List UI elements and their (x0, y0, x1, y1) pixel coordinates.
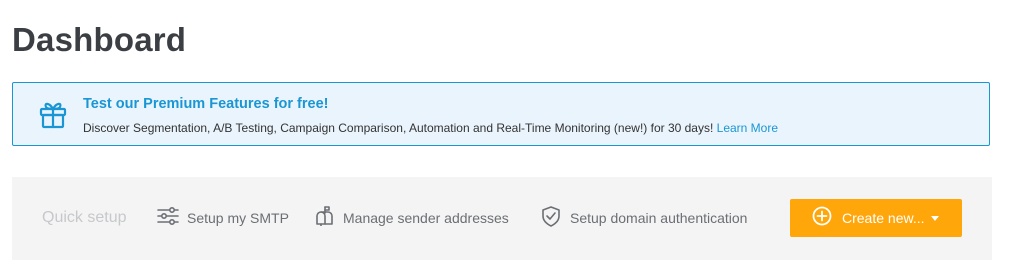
setup-smtp-link[interactable]: Setup my SMTP (157, 205, 289, 231)
sliders-icon (157, 206, 179, 230)
quick-setup-bar: Quick setup Setup my SMTP Manage sender … (12, 177, 992, 260)
plus-circle-icon (812, 206, 832, 231)
promo-title: Test our Premium Features for free! (83, 96, 329, 112)
mailbox-icon (313, 205, 335, 231)
setup-domain-authentication-label: Setup domain authentication (570, 210, 748, 226)
manage-sender-addresses-label: Manage sender addresses (343, 210, 509, 226)
promo-description-text: Discover Segmentation, A/B Testing, Camp… (83, 121, 714, 135)
promo-description: Discover Segmentation, A/B Testing, Camp… (83, 121, 778, 135)
setup-smtp-label: Setup my SMTP (187, 210, 289, 226)
gift-icon (37, 98, 69, 130)
learn-more-link[interactable]: Learn More (717, 121, 778, 135)
setup-domain-authentication-link[interactable]: Setup domain authentication (540, 205, 747, 231)
shield-check-icon (540, 205, 562, 232)
dashboard-page: Dashboard Test our Premium Features for … (0, 0, 1018, 280)
page-title: Dashboard (12, 21, 187, 58)
create-new-button[interactable]: Create new... (790, 199, 962, 237)
premium-promo-banner: Test our Premium Features for free! Disc… (12, 82, 990, 146)
create-new-label: Create new... (842, 210, 925, 226)
manage-sender-addresses-link[interactable]: Manage sender addresses (313, 205, 509, 231)
chevron-down-icon (930, 215, 939, 221)
quick-setup-label: Quick setup (42, 209, 127, 226)
